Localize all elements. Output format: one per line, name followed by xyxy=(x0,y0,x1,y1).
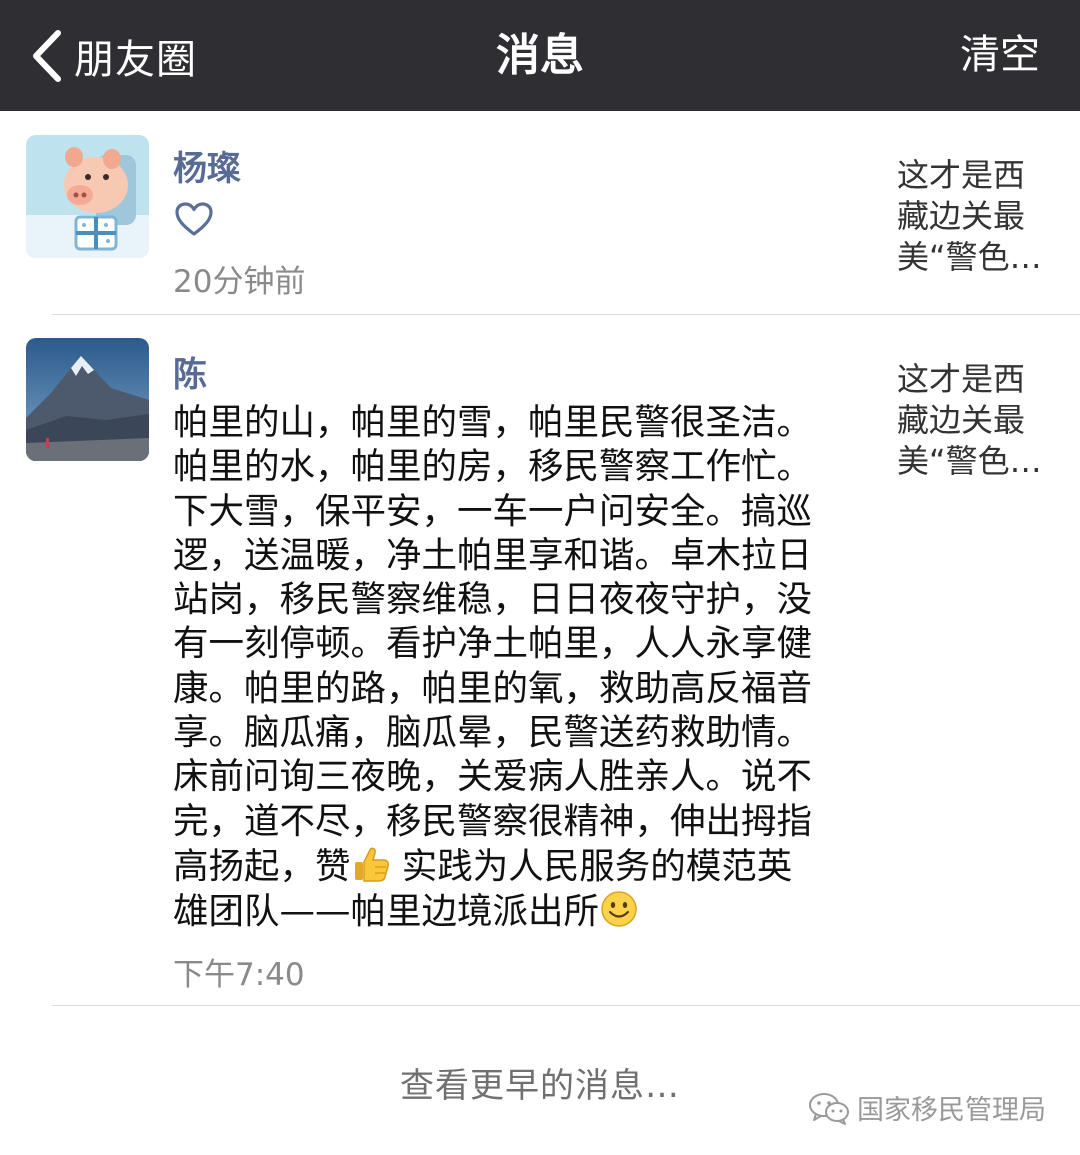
comment-text-part: 帕里的山，帕里的雪，帕里民警很圣洁。 帕里的水，帕里的房，移民警察工作忙。 下大… xyxy=(173,402,813,887)
avatar[interactable] xyxy=(26,338,149,461)
heart-outline-icon xyxy=(175,202,213,236)
mountain-avatar-image xyxy=(26,338,149,461)
message-time: 20分钟前 xyxy=(173,264,306,300)
sender-name[interactable]: 陈 xyxy=(173,347,207,396)
watermark: 国家移民管理局 xyxy=(807,1088,1046,1127)
message-item[interactable]: 陈 帕里的山，帕里的雪，帕里民警很圣洁。 帕里的水，帕里的房，移民警察工作忙。 … xyxy=(0,315,1080,1005)
message-time: 下午7:40 xyxy=(173,957,305,993)
back-button[interactable]: 朋友圈 xyxy=(30,0,197,111)
smile-icon xyxy=(601,891,637,928)
navigation-bar: 朋友圈 消息 清空 xyxy=(0,0,1080,111)
divider xyxy=(52,1005,1080,1006)
watermark-text: 国家移民管理局 xyxy=(857,1095,1046,1126)
avatar[interactable] xyxy=(26,135,149,258)
clear-button[interactable]: 清空 xyxy=(960,0,1040,111)
chevron-left-icon xyxy=(33,29,61,82)
back-button-label: 朋友圈 xyxy=(74,36,197,83)
message-item[interactable]: 杨璨 20分钟前 这才是西 藏边关最 美“警色… xyxy=(0,111,1080,314)
sender-name[interactable]: 杨璨 xyxy=(173,141,241,190)
pig-avatar-image xyxy=(26,135,149,258)
wechat-icon xyxy=(809,1092,849,1125)
post-preview[interactable]: 这才是西 藏边关最 美“警色… xyxy=(897,359,1057,482)
thumbs-up-icon xyxy=(354,847,389,882)
post-preview[interactable]: 这才是西 藏边关最 美“警色… xyxy=(897,155,1057,278)
comment-text: 帕里的山，帕里的雪，帕里民警很圣洁。 帕里的水，帕里的房，移民警察工作忙。 下大… xyxy=(173,401,845,935)
